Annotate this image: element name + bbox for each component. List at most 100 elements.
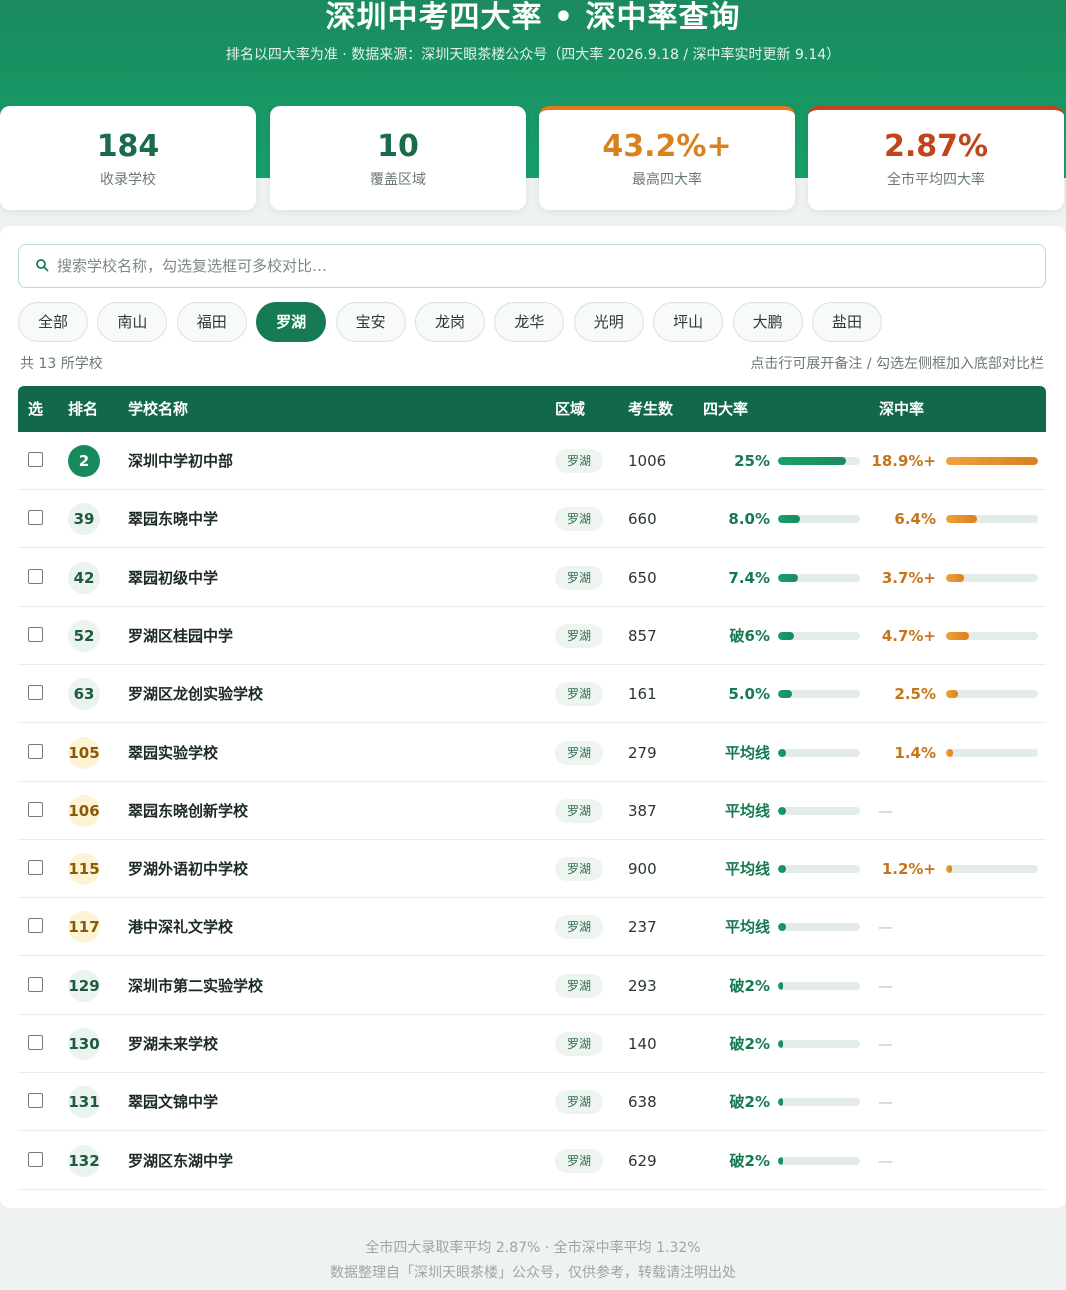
- filter-chip-4[interactable]: 宝安: [335, 302, 406, 342]
- compare-checkbox[interactable]: [28, 743, 43, 759]
- rank-badge: 63: [68, 678, 100, 711]
- table-row[interactable]: 106 翠园东晓创新学校 罗湖 387 平均线 —: [18, 782, 1046, 840]
- stat-value: 43.2%+: [602, 129, 732, 164]
- sz-rate-value: 6.4%: [894, 510, 936, 529]
- filter-chip-6[interactable]: 龙华: [494, 302, 565, 342]
- table-row[interactable]: 131 翠园文锦中学 罗湖 638 破2% —: [18, 1073, 1046, 1132]
- rate4-bar-fill: [778, 690, 792, 699]
- table-row[interactable]: 63 罗湖区龙创实验学校 罗湖 161 5.0% 2.5%: [18, 665, 1046, 724]
- table-row[interactable]: 117 港中深礼文学校 罗湖 237 平均线 —: [18, 898, 1046, 957]
- header-students[interactable]: 考生数: [628, 386, 673, 432]
- compare-checkbox[interactable]: [28, 452, 43, 467]
- compare-checkbox[interactable]: [28, 976, 43, 992]
- search-input[interactable]: [57, 245, 1037, 286]
- filter-chip-5[interactable]: 龙岗: [415, 302, 485, 342]
- rank-badge: 42: [68, 561, 100, 594]
- sz-rate-value: 18.9%+: [871, 452, 936, 470]
- table-row[interactable]: 132 罗湖区东湖中学 罗湖 629 破2% —: [18, 1132, 1046, 1190]
- filter-chip-0[interactable]: 全部: [18, 302, 88, 342]
- rate4-bar: [778, 806, 860, 815]
- table-row[interactable]: 52 罗湖区桂园中学 罗湖 857 破6% 4.7%+: [18, 607, 1046, 665]
- rate4-value: 5.0%: [728, 685, 770, 704]
- header-rank[interactable]: 排名: [68, 386, 98, 432]
- table-row[interactable]: 42 翠园初级中学 罗湖 650 7.4% 3.7%+: [18, 549, 1046, 607]
- rank-badge: 106: [68, 794, 100, 827]
- rate4-bar-fill: [778, 457, 847, 465]
- rate4-bar: [778, 1156, 860, 1165]
- table-row[interactable]: 130 罗湖未来学校 罗湖 140 破2% —: [18, 1015, 1046, 1073]
- sz-rate-bar: [946, 573, 1038, 582]
- footer-averages: 全市四大录取率平均 2.87% · 全市深中率平均 1.32%: [365, 1240, 701, 1256]
- sz-rate-bar-fill: [946, 631, 969, 640]
- filter-chip-1[interactable]: 南山: [97, 302, 168, 342]
- region-tag: 罗湖: [555, 915, 603, 940]
- student-count: 660: [628, 510, 657, 529]
- filter-chip-2[interactable]: 福田: [176, 302, 247, 342]
- header-school-name[interactable]: 学校名称: [128, 386, 188, 432]
- rate4-bar-fill: [778, 515, 800, 524]
- rate4-value: 破2%: [729, 1093, 770, 1112]
- filter-chip-8[interactable]: 坪山: [653, 302, 724, 342]
- region-tag: 罗湖: [555, 1090, 603, 1115]
- compare-checkbox[interactable]: [28, 510, 43, 526]
- sz-rate-empty: —: [878, 1035, 893, 1053]
- table-header: 选 排名 学校名称 区域 考生数 四大率 深中率: [18, 386, 1046, 432]
- compare-checkbox[interactable]: [28, 1035, 43, 1050]
- school-name: 罗湖区桂园中学: [128, 626, 234, 645]
- compare-checkbox[interactable]: [28, 860, 43, 876]
- table-row[interactable]: 129 深圳市第二实验学校 罗湖 293 破2% —: [18, 957, 1046, 1015]
- sz-rate-value: 4.7%+: [881, 626, 936, 645]
- rate4-value: 破2%: [729, 1151, 770, 1170]
- compare-checkbox[interactable]: [28, 1151, 43, 1167]
- compare-checkbox[interactable]: [28, 918, 43, 934]
- rate4-bar: [778, 457, 860, 465]
- stat-label: 最高四大率: [632, 172, 702, 188]
- stat-card-avg-rate: 2.87% 全市平均四大率: [808, 106, 1064, 210]
- sz-rate-empty: —: [878, 976, 893, 995]
- header-region[interactable]: 区域: [555, 386, 585, 432]
- table-row[interactable]: 115 罗湖外语初中学校 罗湖 900 平均线 1.2%+: [18, 840, 1046, 899]
- table-row[interactable]: 39 翠园东晓中学 罗湖 660 8.0% 6.4%: [18, 490, 1046, 549]
- rate4-bar: [778, 631, 860, 640]
- table-row[interactable]: 105 翠园实验学校 罗湖 279 平均线 1.4%: [18, 724, 1046, 782]
- filter-chip-10[interactable]: 盐田: [812, 302, 882, 342]
- compare-checkbox[interactable]: [28, 1093, 43, 1109]
- region-tag: 罗湖: [555, 449, 603, 473]
- sz-rate-bar-fill: [946, 457, 1038, 465]
- sz-rate-bar-fill: [946, 515, 977, 524]
- search-box[interactable]: [18, 244, 1046, 288]
- student-count: 161: [628, 685, 657, 704]
- header-sz-rate[interactable]: 深中率: [879, 386, 924, 432]
- rate4-bar-fill: [778, 1156, 784, 1165]
- rate4-bar: [778, 1098, 860, 1107]
- region-tag: 罗湖: [555, 1032, 603, 1056]
- sz-rate-bar: [946, 631, 1038, 640]
- rate4-bar-fill: [778, 748, 786, 757]
- header-rate4[interactable]: 四大率: [703, 386, 748, 432]
- rate4-bar: [778, 690, 860, 699]
- filter-chip-7[interactable]: 光明: [573, 302, 644, 342]
- stat-label: 覆盖区域: [370, 172, 426, 188]
- filter-chip-3[interactable]: 罗湖: [256, 302, 327, 342]
- stat-card-schools: 184 收录学校: [0, 106, 256, 210]
- student-count: 387: [628, 801, 657, 820]
- sz-rate-empty: —: [878, 1093, 893, 1112]
- search-icon: [36, 259, 49, 272]
- sz-rate-empty: —: [878, 1151, 893, 1170]
- sz-rate-bar-fill: [946, 690, 959, 699]
- compare-checkbox[interactable]: [28, 801, 43, 817]
- rate4-bar-fill: [778, 865, 786, 874]
- filter-chip-9[interactable]: 大鹏: [732, 302, 803, 342]
- compare-checkbox[interactable]: [28, 626, 43, 642]
- rate4-bar-fill: [778, 573, 799, 582]
- school-name: 翠园初级中学: [128, 568, 219, 587]
- table-row[interactable]: 2 深圳中学初中部 罗湖 1006 25% 18.9%+: [18, 432, 1046, 490]
- rate4-value: 破2%: [729, 976, 770, 995]
- region-tag: 罗湖: [555, 740, 603, 765]
- rate4-bar: [778, 981, 860, 990]
- rank-badge: 117: [68, 911, 100, 944]
- rate4-value: 7.4%: [728, 568, 770, 587]
- rate4-bar-fill: [778, 1040, 784, 1048]
- compare-checkbox[interactable]: [28, 685, 43, 701]
- compare-checkbox[interactable]: [28, 568, 43, 584]
